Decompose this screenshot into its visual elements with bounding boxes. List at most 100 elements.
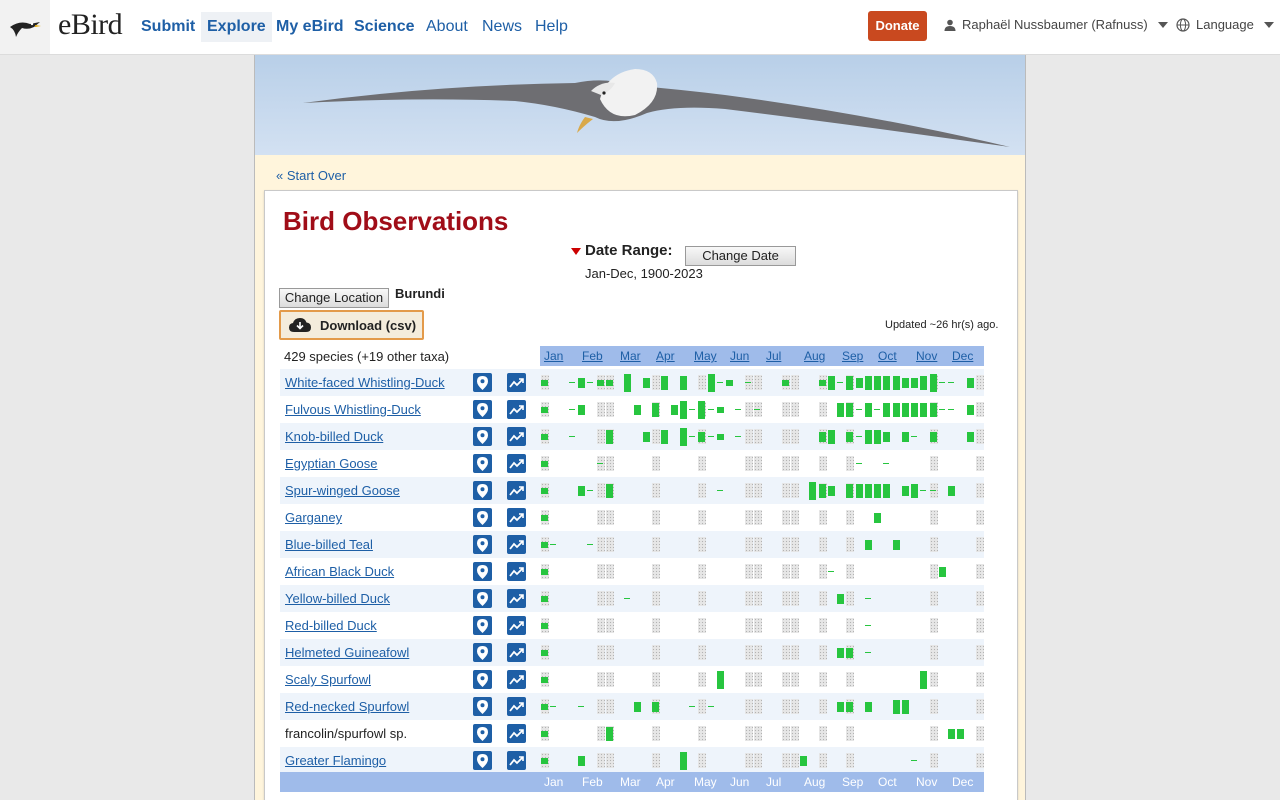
species-name[interactable]: Red-necked Spurfowl	[285, 699, 409, 714]
no-data-cell	[596, 537, 605, 552]
download-csv-button[interactable]: Download (csv)	[279, 310, 424, 340]
species-name[interactable]: Helmeted Guineafowl	[285, 645, 409, 660]
no-data-cell	[846, 753, 855, 768]
line-chart-icon[interactable]	[507, 373, 526, 392]
month-link[interactable]: Aug	[804, 349, 825, 363]
month-link[interactable]: Mar	[620, 349, 641, 363]
line-chart-icon[interactable]	[507, 643, 526, 662]
frequency-bar	[541, 379, 548, 386]
month-link[interactable]: Sep	[842, 349, 863, 363]
no-data-cell	[818, 591, 827, 606]
species-name[interactable]: Egyptian Goose	[285, 456, 378, 471]
month-link[interactable]: Jul	[766, 349, 781, 363]
month-label: Jan	[544, 775, 564, 789]
change-date-button[interactable]: Change Date	[685, 246, 796, 266]
map-marker-icon[interactable]	[473, 508, 492, 527]
no-data-cell	[744, 699, 753, 714]
donate-button[interactable]: Donate	[868, 11, 927, 41]
no-data-cell	[652, 429, 660, 444]
ebird-logo-icon[interactable]	[0, 0, 50, 54]
nav-science[interactable]: Science	[354, 15, 414, 39]
map-marker-icon[interactable]	[473, 643, 492, 662]
nav-about[interactable]: About	[426, 15, 468, 39]
map-marker-icon[interactable]	[473, 400, 492, 419]
species-name[interactable]: Blue-billed Teal	[285, 537, 373, 552]
line-chart-icon[interactable]	[507, 562, 526, 581]
month-link[interactable]: Nov	[916, 349, 937, 363]
no-data-cell	[698, 672, 707, 687]
map-marker-icon[interactable]	[473, 373, 492, 392]
frequency-bar	[541, 433, 548, 440]
month-link[interactable]: Jun	[730, 349, 749, 363]
frequency-bar	[911, 760, 917, 761]
frequency-bar	[707, 436, 714, 437]
no-data-cell	[781, 402, 790, 417]
line-chart-icon[interactable]	[507, 481, 526, 500]
map-marker-icon[interactable]	[473, 670, 492, 689]
map-marker-icon[interactable]	[473, 697, 492, 716]
line-chart-icon[interactable]	[507, 535, 526, 554]
month-link[interactable]: Apr	[656, 349, 675, 363]
species-name[interactable]: Scaly Spurfowl	[285, 672, 371, 687]
species-name[interactable]: Yellow-billed Duck	[285, 591, 390, 606]
species-name[interactable]: Garganey	[285, 510, 342, 525]
line-chart-icon[interactable]	[507, 508, 526, 527]
frequency-bar	[911, 377, 918, 388]
frequency-bar	[855, 463, 862, 464]
frequency-bar	[864, 701, 872, 712]
frequency-bar	[568, 382, 575, 383]
line-chart-icon[interactable]	[507, 697, 526, 716]
line-chart-icon[interactable]	[507, 724, 526, 743]
no-data-cell	[596, 510, 605, 525]
line-chart-icon[interactable]	[507, 427, 526, 446]
month-link[interactable]: Feb	[582, 349, 603, 363]
species-name[interactable]: White-faced Whistling-Duck	[285, 375, 445, 390]
month-link[interactable]: Oct	[878, 349, 897, 363]
nav-submit[interactable]: Submit	[141, 15, 195, 39]
map-marker-icon[interactable]	[473, 616, 492, 635]
line-chart-icon[interactable]	[507, 589, 526, 608]
map-marker-icon[interactable]	[473, 724, 492, 743]
line-chart-icon[interactable]	[507, 670, 526, 689]
month-link[interactable]: May	[694, 349, 717, 363]
month-link[interactable]: Jan	[544, 349, 563, 363]
species-name[interactable]: Fulvous Whistling-Duck	[285, 402, 421, 417]
ebird-logo-text[interactable]: eBird	[58, 8, 123, 42]
line-chart-icon[interactable]	[507, 616, 526, 635]
no-data-cell	[753, 645, 762, 660]
no-data-cell	[744, 564, 753, 579]
map-marker-icon[interactable]	[473, 751, 492, 770]
no-data-cell	[753, 537, 762, 552]
user-menu[interactable]: Raphaël Nussbaumer (Rafnuss)	[944, 17, 1168, 32]
map-marker-icon[interactable]	[473, 454, 492, 473]
no-data-cell	[753, 564, 762, 579]
line-chart-icon[interactable]	[507, 400, 526, 419]
map-marker-icon[interactable]	[473, 427, 492, 446]
line-chart-icon[interactable]	[507, 751, 526, 770]
change-location-button[interactable]: Change Location	[279, 288, 389, 308]
species-row: Yellow-billed Duck	[280, 585, 984, 612]
nav-news[interactable]: News	[482, 15, 522, 39]
frequency-bars	[540, 747, 984, 774]
nav-explore[interactable]: Explore	[201, 12, 272, 42]
map-marker-icon[interactable]	[473, 562, 492, 581]
species-name[interactable]: Red-billed Duck	[285, 618, 377, 633]
line-chart-icon[interactable]	[507, 454, 526, 473]
frequency-bar	[846, 402, 854, 417]
species-name: francolin/spurfowl sp.	[285, 726, 408, 741]
map-marker-icon[interactable]	[473, 589, 492, 608]
species-name[interactable]: Greater Flamingo	[285, 753, 386, 768]
map-marker-icon[interactable]	[473, 481, 492, 500]
caret-down-icon[interactable]	[571, 248, 581, 255]
language-menu[interactable]: Language	[1176, 17, 1274, 32]
month-link[interactable]: Dec	[952, 349, 973, 363]
species-name[interactable]: Spur-winged Goose	[285, 483, 400, 498]
no-data-cell	[753, 510, 762, 525]
nav-my-ebird[interactable]: My eBird	[276, 15, 344, 39]
frequency-bar	[541, 649, 548, 656]
species-name[interactable]: African Black Duck	[285, 564, 394, 579]
species-name[interactable]: Knob-billed Duck	[285, 429, 383, 444]
start-over-link[interactable]: « Start Over	[276, 168, 346, 183]
nav-help[interactable]: Help	[535, 15, 568, 39]
map-marker-icon[interactable]	[473, 535, 492, 554]
